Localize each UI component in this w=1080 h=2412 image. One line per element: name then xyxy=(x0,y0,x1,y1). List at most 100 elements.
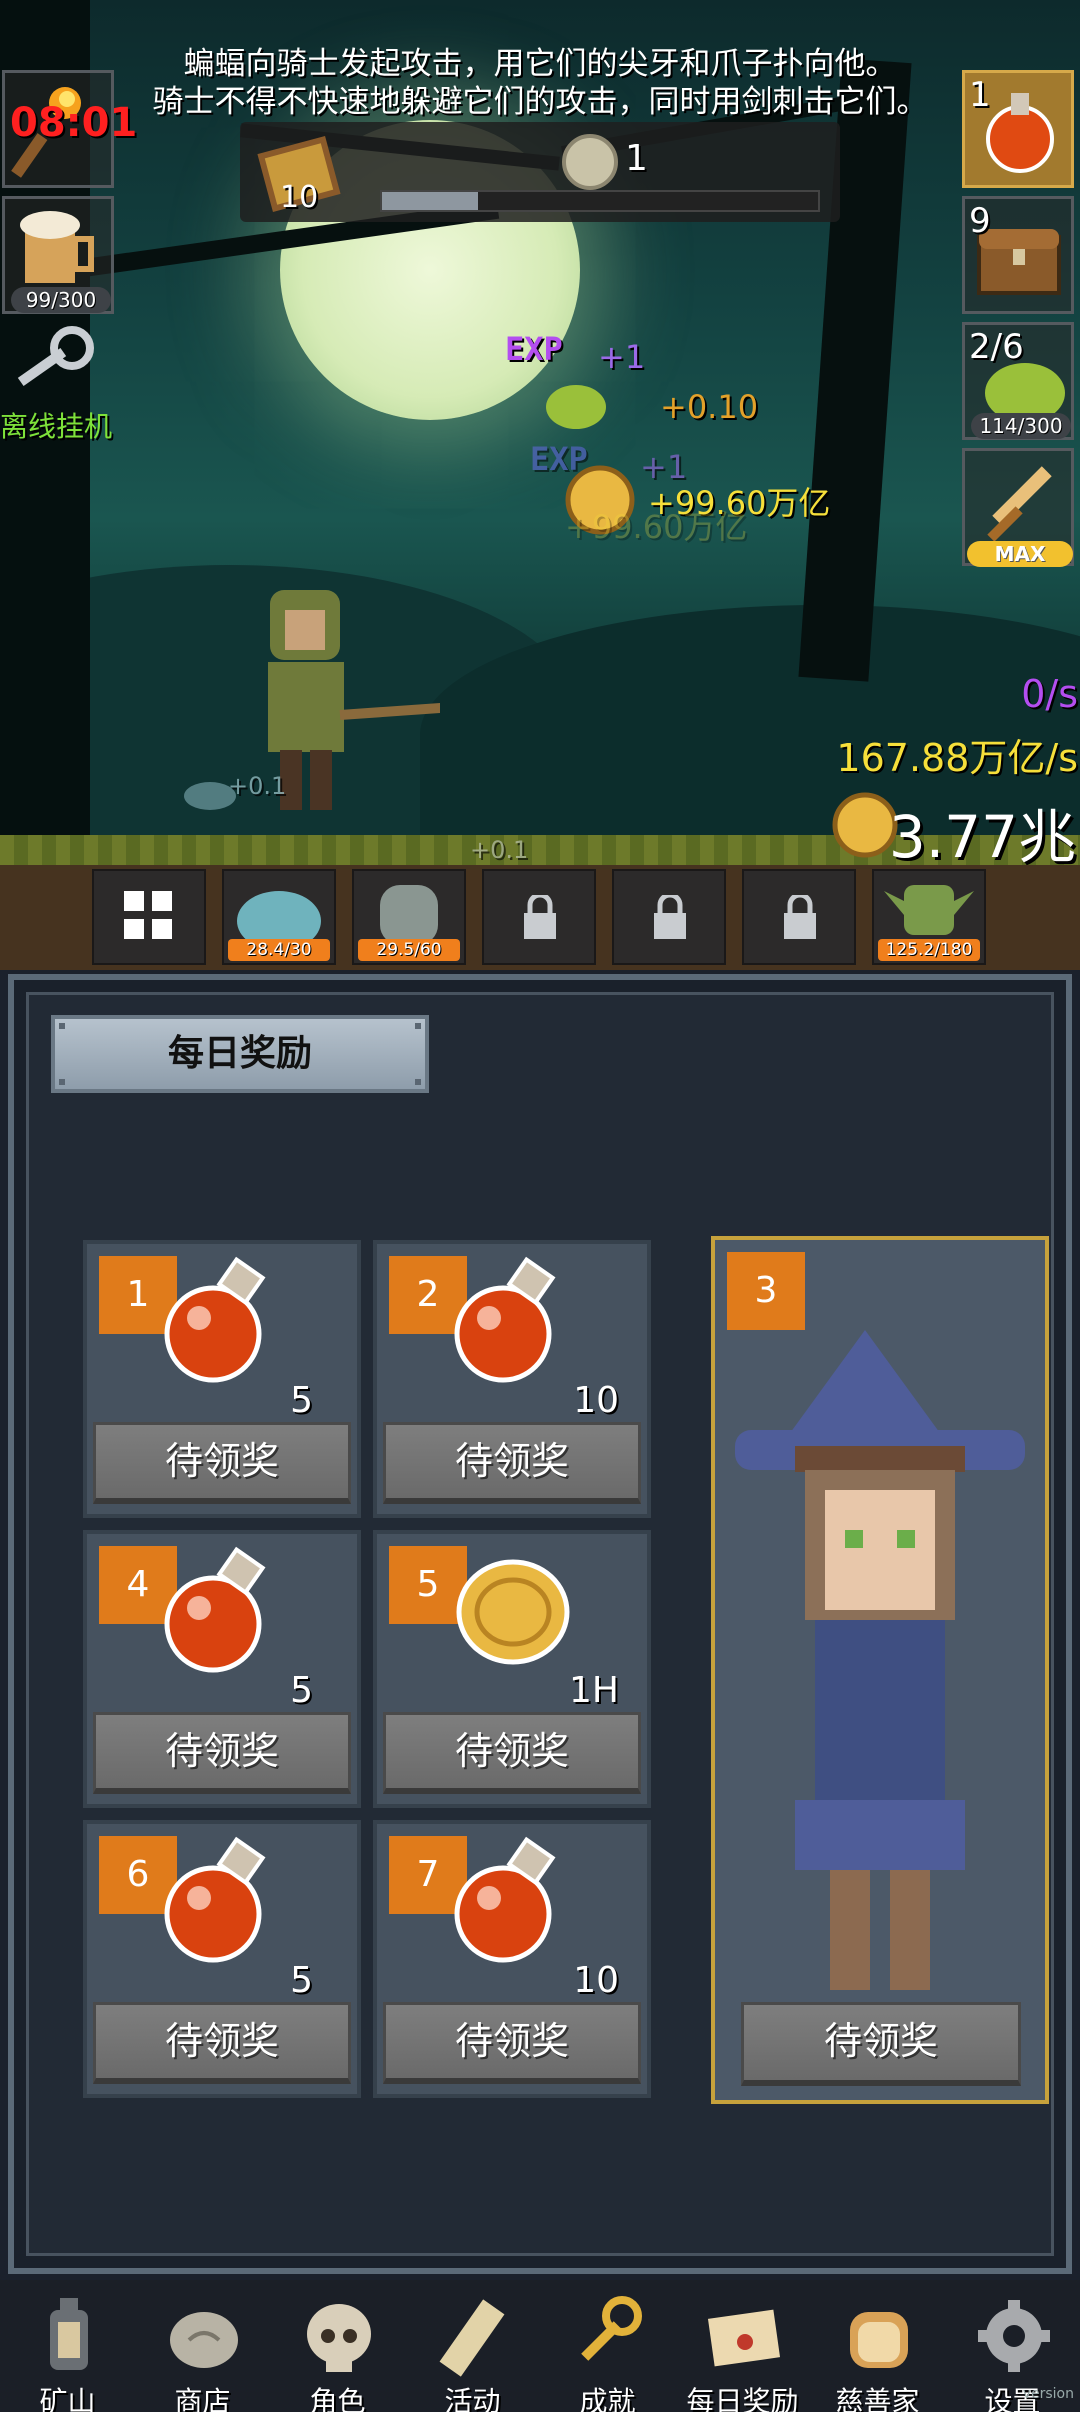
reward-quantity: 10 xyxy=(573,1960,619,2001)
rivet xyxy=(415,1079,421,1085)
lock-icon xyxy=(654,895,686,939)
rivet xyxy=(415,1023,421,1029)
key-icon xyxy=(17,326,94,387)
claim-button[interactable]: 待领奖 xyxy=(383,2002,641,2084)
reward-card-day-5: 5 1H 待领奖 xyxy=(373,1530,651,1808)
day-badge: 3 xyxy=(727,1252,805,1330)
slime-drop-icon xyxy=(546,385,606,429)
scroll-icon xyxy=(439,2299,505,2377)
slime-slot[interactable]: 2/6 114/300 xyxy=(962,322,1074,440)
mug-progress: 99/300 xyxy=(11,287,111,313)
letter-icon xyxy=(707,2309,781,2367)
grid-icon xyxy=(124,891,172,939)
chest-slot[interactable]: 9 xyxy=(962,196,1074,314)
key-icon xyxy=(581,2296,642,2361)
reward-quantity: 5 xyxy=(290,1670,313,1711)
nav-achievement[interactable]: 成就 xyxy=(540,2280,675,2412)
progress-bar xyxy=(380,190,820,212)
nav-activity[interactable]: 活动 xyxy=(405,2280,540,2412)
nav-label: 角色 xyxy=(309,2385,366,2412)
mug-slot[interactable]: 99/300 xyxy=(2,196,114,314)
coin-icon xyxy=(456,1559,570,1665)
potion-icon xyxy=(454,1836,556,1963)
character-slot-locked[interactable] xyxy=(612,869,726,965)
lock-icon xyxy=(784,895,816,939)
character-slot-locked[interactable] xyxy=(482,869,596,965)
game-scene: 蝙蝠向骑士发起攻击，用它们的尖牙和爪子扑向他。 骑士不得不快速地躲避它们的攻击，… xyxy=(0,0,1080,865)
reward-quantity: 5 xyxy=(290,1960,313,2001)
character-strip: 28.4/30 29.5/60 125.2/180 xyxy=(0,865,1080,970)
character-slot-slime[interactable]: 28.4/30 xyxy=(222,869,336,965)
potion-icon xyxy=(164,1546,266,1673)
witch-character xyxy=(735,1330,1025,1990)
claim-button[interactable]: 待领奖 xyxy=(383,1422,641,1504)
grid-menu-button[interactable] xyxy=(92,869,206,965)
nav-label: 商店 xyxy=(174,2385,231,2412)
coin-icon xyxy=(562,134,618,190)
character-slot-locked[interactable] xyxy=(742,869,856,965)
potion-icon xyxy=(164,1256,266,1383)
exp-popup: EXP xyxy=(505,330,563,368)
nav-philanthropist[interactable]: 慈善家 xyxy=(810,2280,945,2412)
rivet xyxy=(59,1023,65,1029)
rivet xyxy=(59,1079,65,1085)
nav-label: 矿山 xyxy=(39,2385,96,2412)
character-slot-goblin[interactable]: 125.2/180 xyxy=(872,869,986,965)
bread-icon xyxy=(850,2312,908,2368)
offline-label[interactable]: 离线挂机 xyxy=(0,405,112,445)
nav-label: 每日奖励 xyxy=(686,2385,799,2412)
potion-slot[interactable]: 1 xyxy=(962,70,1074,188)
nav-label: 慈善家 xyxy=(835,2385,920,2412)
gold-rate: 167.88万亿/s xyxy=(836,736,1078,780)
reward-card-day-1: 1 5 待领奖 xyxy=(83,1240,361,1518)
lock-icon xyxy=(524,895,556,939)
claim-button[interactable]: 待领奖 xyxy=(741,2002,1021,2086)
book-count: 10 xyxy=(280,180,319,215)
purple-rate: 0/s xyxy=(1021,672,1078,716)
beer-mug-icon xyxy=(20,211,94,283)
claim-button[interactable]: 待领奖 xyxy=(383,1712,641,1794)
panel-inner: 每日奖励 1 5 待领奖 2 10 待领奖 4 5 待领奖 5 1H 待领奖 6… xyxy=(26,992,1054,2256)
nav-label: 成就 xyxy=(579,2385,636,2412)
potion-count: 1 xyxy=(969,75,991,115)
gain-big-ghost: +99.60万亿 xyxy=(565,508,748,546)
stone-icon xyxy=(170,2312,238,2368)
claim-button[interactable]: 待领奖 xyxy=(93,1712,351,1794)
nav-shop[interactable]: 商店 xyxy=(135,2280,270,2412)
slime-progress: 114/300 xyxy=(971,413,1071,439)
slime-plus: +0.1 xyxy=(228,772,287,800)
narration-line-2: 骑士不得不快速地躲避它们的攻击，同时用剑刺击它们。 xyxy=(152,84,928,120)
nav-mine[interactable]: 矿山 xyxy=(0,2280,135,2412)
reward-card-day-3-featured: 3 待领奖 xyxy=(711,1236,1049,2104)
narration-line-1: 蝙蝠向骑士发起攻击，用它们的尖牙和爪子扑向他。 xyxy=(183,46,897,82)
version-label: version xyxy=(1022,2386,1074,2402)
progress-fill xyxy=(382,192,478,210)
character-hp: 125.2/180 xyxy=(878,939,980,961)
character-slot-ghost[interactable]: 29.5/60 xyxy=(352,869,466,965)
lantern-icon xyxy=(50,2298,88,2370)
character-hp: 28.4/30 xyxy=(228,939,330,961)
potion-icon xyxy=(454,1256,556,1383)
nav-daily-reward[interactable]: 每日奖励 xyxy=(675,2280,810,2412)
sword-slot[interactable]: MAX xyxy=(962,448,1074,567)
potion-icon xyxy=(164,1836,266,1963)
reward-quantity: 10 xyxy=(573,1380,619,1421)
sword-max-label: MAX xyxy=(967,541,1073,567)
daily-reward-panel: 每日奖励 1 5 待领奖 2 10 待领奖 4 5 待领奖 5 1H 待领奖 6… xyxy=(8,974,1072,2274)
slime-count: 2/6 xyxy=(969,327,1024,367)
token-count: 1 xyxy=(625,138,648,179)
gold-total: 3.77兆 xyxy=(888,803,1076,865)
chest-count: 9 xyxy=(969,201,991,241)
character-hp: 29.5/60 xyxy=(358,939,460,961)
panel-title-text: 每日奖励 xyxy=(167,1033,312,1074)
reward-card-day-2: 2 10 待领奖 xyxy=(373,1240,651,1518)
reward-card-day-4: 4 5 待领奖 xyxy=(83,1530,361,1808)
reward-card-day-6: 6 5 待领奖 xyxy=(83,1820,361,2098)
nav-character[interactable]: 角色 xyxy=(270,2280,405,2412)
top-progress-panel: 10 1 xyxy=(240,122,840,222)
claim-button[interactable]: 待领奖 xyxy=(93,1422,351,1504)
reward-quantity: 1H xyxy=(569,1670,619,1711)
gear-icon xyxy=(978,2300,1050,2372)
bottom-navigation: 矿山 商店 角色 活动 成就 每日奖励 慈善家 设置 version xyxy=(0,2280,1080,2412)
claim-button[interactable]: 待领奖 xyxy=(93,2002,351,2084)
